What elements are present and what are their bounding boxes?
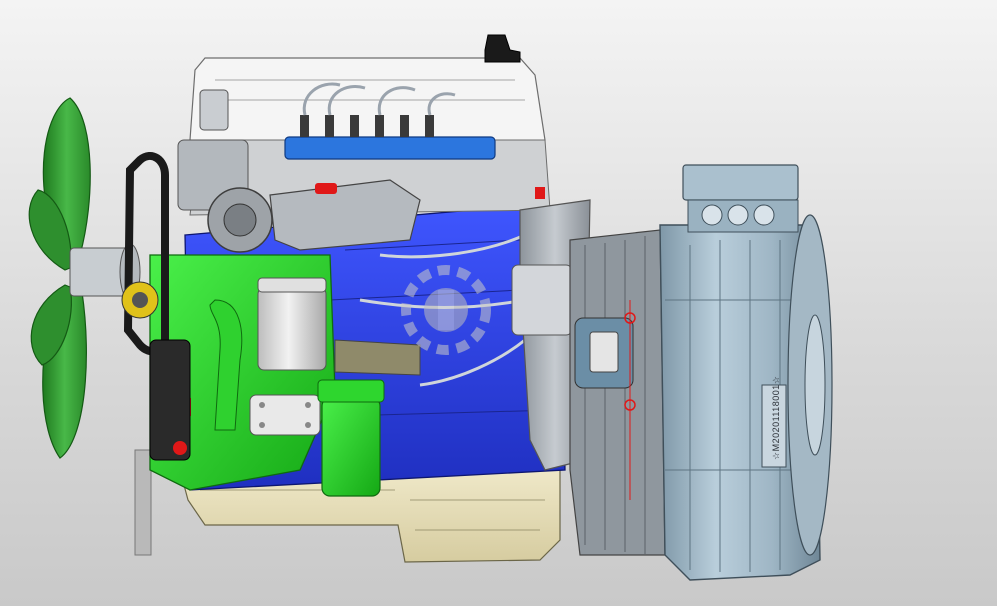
cylinder-head-cover [189,57,546,146]
thermostat-housing [199,89,229,131]
mounting-bracket [334,339,421,376]
oil-filter [257,287,327,371]
cable-glands [701,204,775,226]
motor-serial-text: ☆M20201118001☆ [771,376,781,460]
fuel-rail [284,136,496,160]
fuel-filter [321,397,381,497]
adapter-ring [569,229,666,556]
cover-plate [249,394,321,436]
engine-render-scene: ☆M20201118001☆ [0,0,997,606]
engine-render: ☆M20201118001☆ [28,34,833,581]
motor-junction-box [682,164,799,201]
support-stand [134,449,152,556]
crank-pulley [149,339,191,461]
oil-filler-cap [484,34,521,63]
